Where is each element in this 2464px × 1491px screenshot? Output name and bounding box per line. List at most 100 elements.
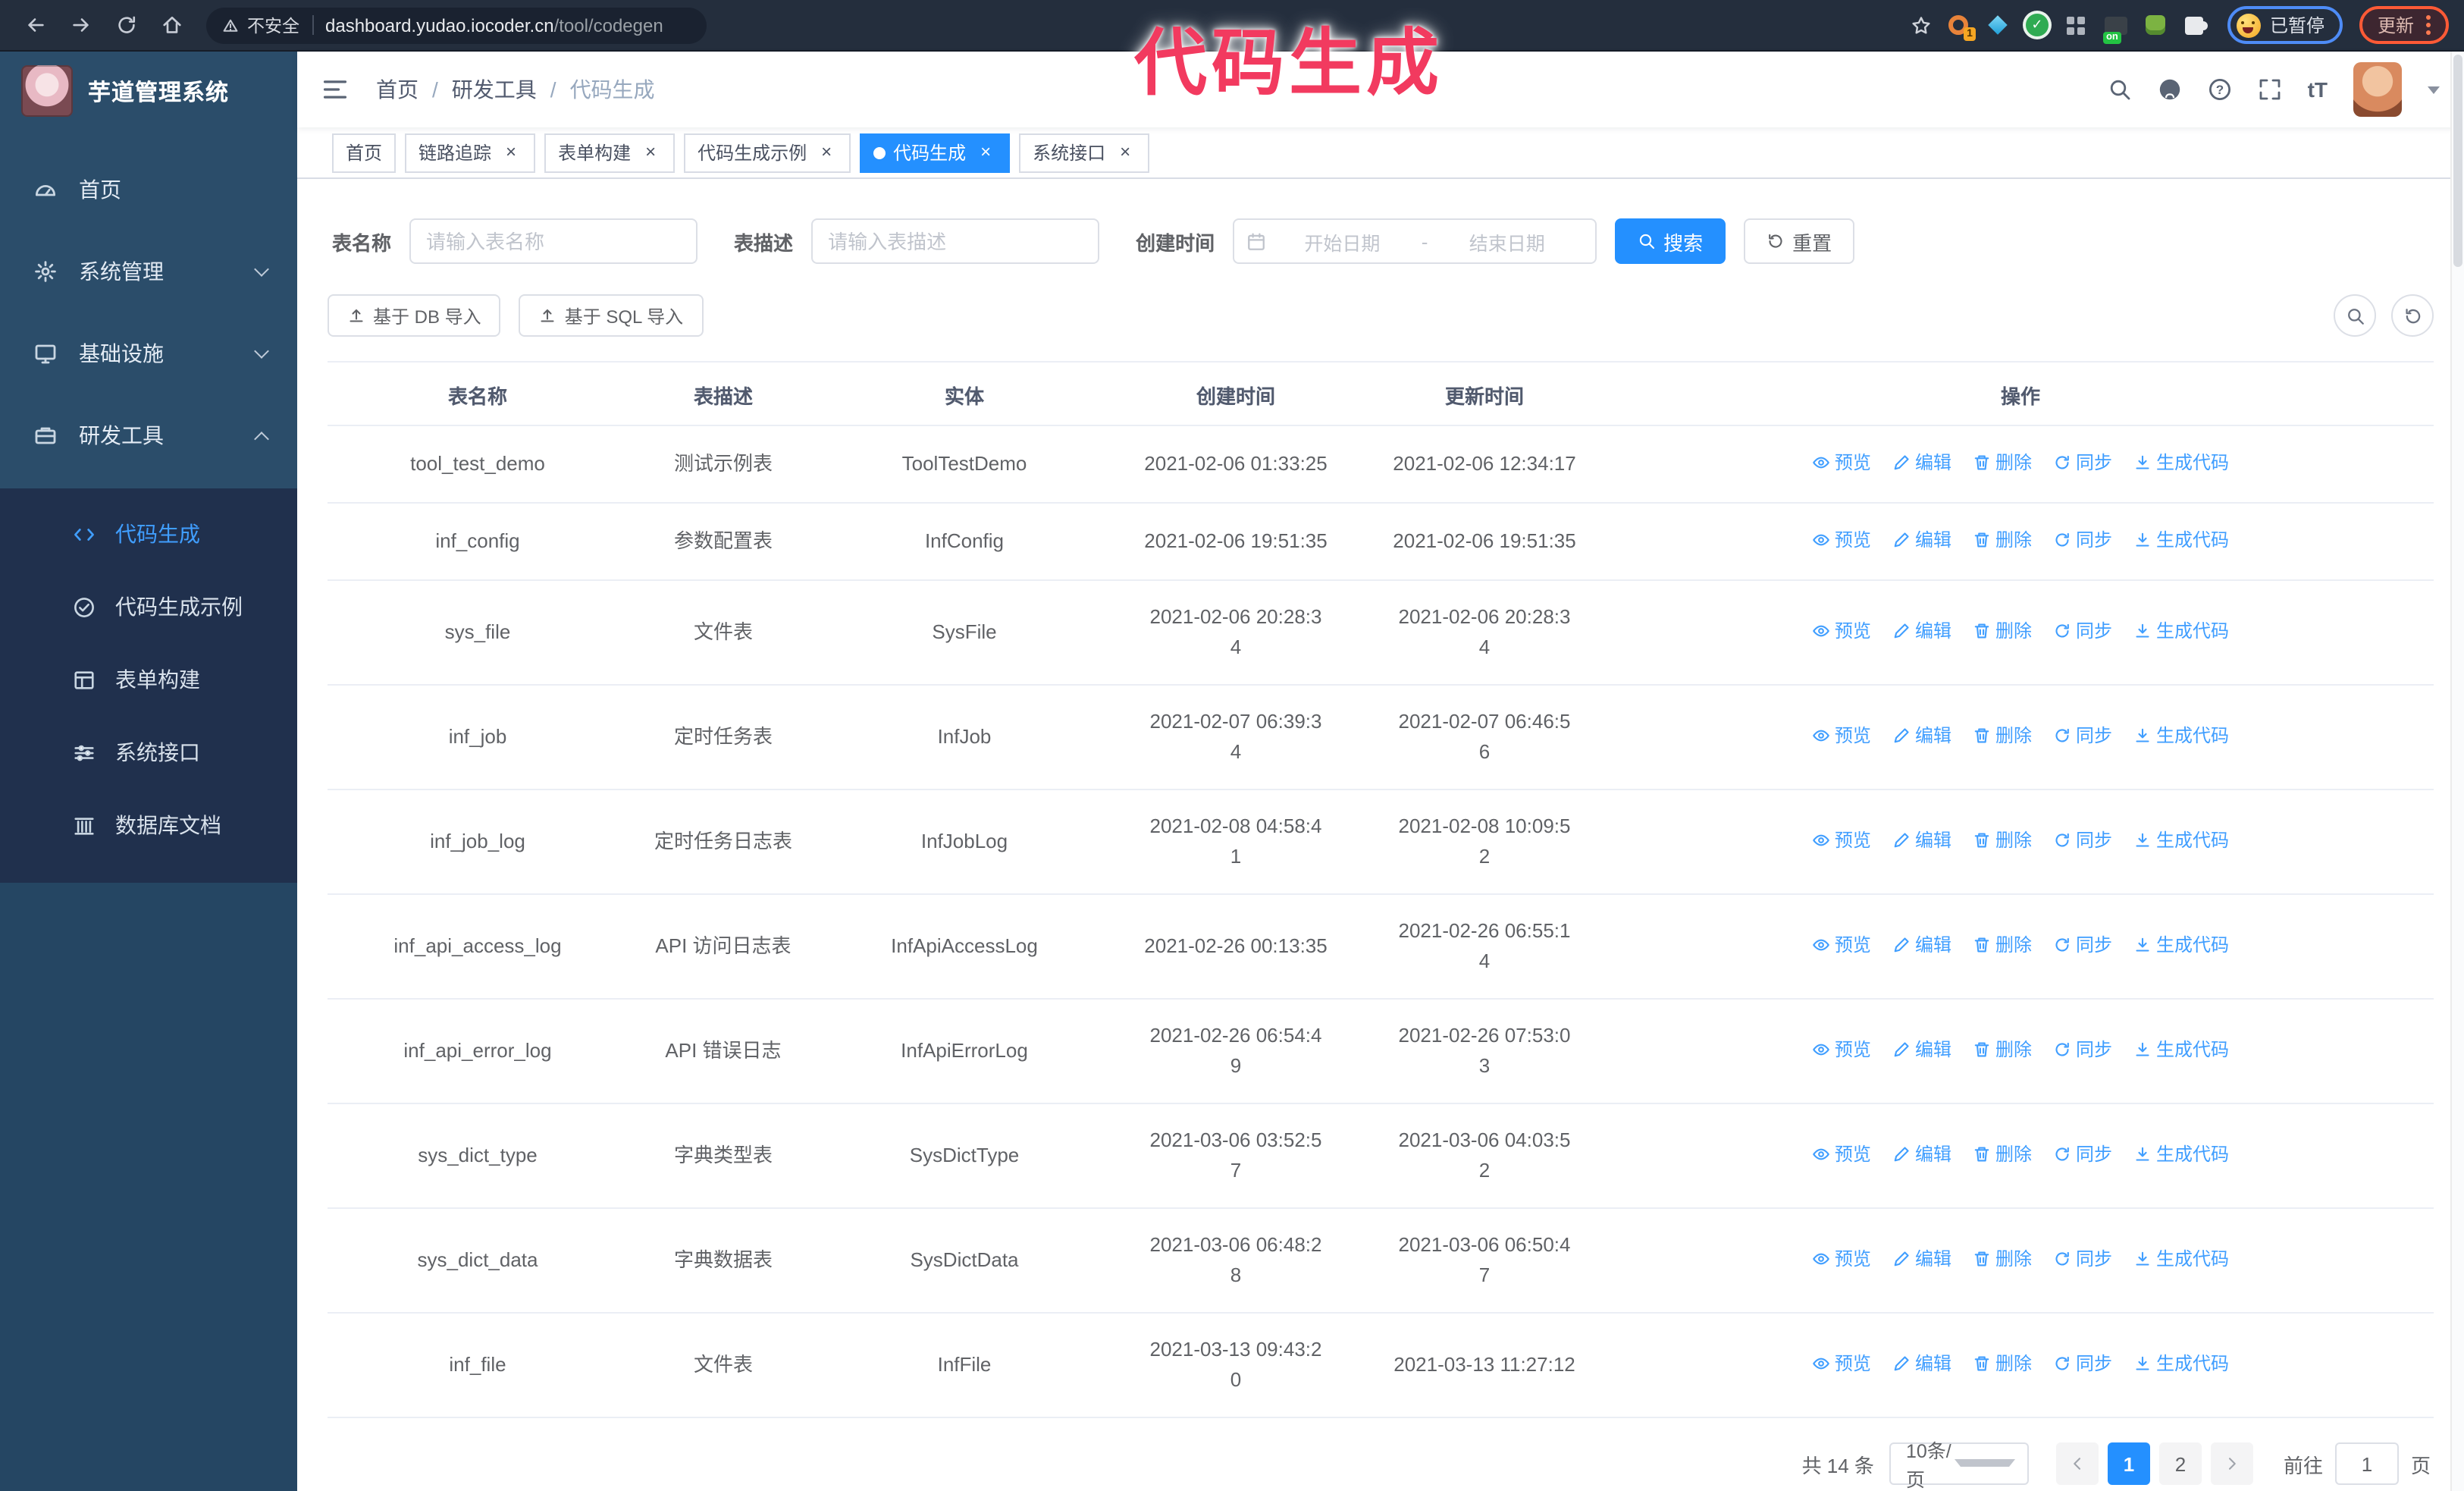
sidebar-item-home[interactable]: 首页 (0, 149, 297, 231)
action-preview[interactable]: 预览 (1812, 1244, 1871, 1274)
action-delete[interactable]: 删除 (1973, 525, 2032, 555)
close-icon[interactable]: × (1114, 141, 1136, 163)
action-edit[interactable]: 编辑 (1892, 1244, 1951, 1274)
action-preview[interactable]: 预览 (1812, 1348, 1871, 1379)
tab-api[interactable]: 系统接口 × (1019, 133, 1150, 172)
extension-grid-icon[interactable] (2064, 12, 2089, 38)
action-preview[interactable]: 预览 (1812, 825, 1871, 855)
action-delete[interactable]: 删除 (1973, 1034, 2032, 1065)
help-icon[interactable]: ? (2208, 77, 2232, 102)
action-edit[interactable]: 编辑 (1892, 1139, 1951, 1169)
action-delete[interactable]: 删除 (1973, 1244, 2032, 1274)
address-bar[interactable]: 不安全 dashboard.yudao.iocoder.cn /tool/cod… (206, 7, 707, 43)
paused-badge[interactable]: 已暂停 (2227, 6, 2343, 44)
github-icon[interactable] (2158, 77, 2182, 102)
extension-robot-icon[interactable] (2143, 12, 2168, 38)
action-sync[interactable]: 同步 (2053, 720, 2112, 751)
action-edit[interactable]: 编辑 (1892, 616, 1951, 646)
home-icon[interactable] (152, 5, 191, 45)
font-size-icon[interactable]: tT (2308, 77, 2328, 102)
action-sync[interactable]: 同步 (2053, 525, 2112, 555)
collapse-sidebar-icon[interactable] (321, 76, 349, 103)
tab-form-builder[interactable]: 表单构建 × (544, 133, 676, 172)
action-preview[interactable]: 预览 (1812, 525, 1871, 555)
update-button[interactable]: 更新 (2359, 6, 2449, 44)
action-generate-code[interactable]: 生成代码 (2133, 720, 2229, 751)
action-preview[interactable]: 预览 (1812, 720, 1871, 751)
tab-home[interactable]: 首页 (332, 133, 397, 172)
close-icon[interactable]: × (500, 141, 522, 163)
scrollbar-thumb[interactable] (2453, 55, 2462, 267)
page-size-select[interactable]: 10条/页 (1889, 1441, 2029, 1491)
action-generate-code[interactable]: 生成代码 (2133, 1348, 2229, 1379)
extension-orange-icon[interactable]: 1 (1945, 12, 1976, 41)
action-delete[interactable]: 删除 (1973, 720, 2032, 751)
page-2-button[interactable]: 2 (2158, 1442, 2202, 1485)
action-sync[interactable]: 同步 (2053, 447, 2112, 478)
action-edit[interactable]: 编辑 (1892, 525, 1951, 555)
end-date-placeholder[interactable]: 结束日期 (1431, 227, 1583, 256)
action-sync[interactable]: 同步 (2053, 1244, 2112, 1274)
action-preview[interactable]: 预览 (1812, 930, 1871, 960)
sidebar-item-system[interactable]: 系统管理 (0, 231, 297, 312)
extension-dark-on-icon[interactable]: on (2102, 12, 2129, 44)
chevron-down-icon[interactable] (2428, 86, 2440, 99)
prev-page-button[interactable] (2055, 1442, 2099, 1485)
forward-icon[interactable] (61, 5, 100, 45)
back-icon[interactable] (15, 5, 55, 45)
action-generate-code[interactable]: 生成代码 (2133, 1244, 2229, 1274)
action-delete[interactable]: 删除 (1973, 447, 2032, 478)
action-generate-code[interactable]: 生成代码 (2133, 825, 2229, 855)
search-button[interactable]: 搜索 (1615, 218, 1726, 264)
close-icon[interactable]: × (816, 141, 837, 163)
action-edit[interactable]: 编辑 (1892, 720, 1951, 751)
action-delete[interactable]: 删除 (1973, 616, 2032, 646)
action-sync[interactable]: 同步 (2053, 616, 2112, 646)
tab-codegen-example[interactable]: 代码生成示例 × (684, 133, 851, 172)
action-edit[interactable]: 编辑 (1892, 930, 1951, 960)
avatar[interactable] (2353, 62, 2402, 117)
action-generate-code[interactable]: 生成代码 (2133, 1034, 2229, 1065)
next-page-button[interactable] (2210, 1442, 2253, 1485)
action-sync[interactable]: 同步 (2053, 1139, 2112, 1169)
goto-page-input[interactable] (2334, 1442, 2399, 1485)
start-date-placeholder[interactable]: 开始日期 (1266, 227, 1419, 256)
extension-check-icon[interactable]: ✓ (2024, 12, 2050, 38)
table-desc-input[interactable] (811, 218, 1100, 264)
search-icon[interactable] (2108, 77, 2132, 102)
sidebar-subitem-codegen[interactable]: 代码生成 (0, 498, 297, 570)
tab-codegen[interactable]: 代码生成 × (860, 133, 1011, 172)
action-generate-code[interactable]: 生成代码 (2133, 447, 2229, 478)
action-preview[interactable]: 预览 (1812, 616, 1871, 646)
action-delete[interactable]: 删除 (1973, 1139, 2032, 1169)
sidebar-item-infra[interactable]: 基础设施 (0, 312, 297, 394)
reload-icon[interactable] (106, 5, 146, 45)
action-generate-code[interactable]: 生成代码 (2133, 1139, 2229, 1169)
reset-button[interactable]: 重置 (1744, 218, 1855, 264)
action-preview[interactable]: 预览 (1812, 1139, 1871, 1169)
sidebar-item-devtools[interactable]: 研发工具 (0, 394, 297, 476)
action-delete[interactable]: 删除 (1973, 930, 2032, 960)
action-sync[interactable]: 同步 (2053, 1034, 2112, 1065)
fullscreen-icon[interactable] (2258, 77, 2282, 102)
sidebar-subitem-form-builder[interactable]: 表单构建 (0, 643, 297, 716)
bookmark-star-icon[interactable] (1911, 14, 1932, 36)
import-db-button[interactable]: 基于 DB 导入 (328, 294, 501, 337)
action-delete[interactable]: 删除 (1973, 1348, 2032, 1379)
table-name-input[interactable] (409, 218, 698, 264)
action-sync[interactable]: 同步 (2053, 825, 2112, 855)
refresh-table-button[interactable] (2391, 294, 2434, 337)
date-range-picker[interactable]: 开始日期 - 结束日期 (1233, 218, 1597, 264)
breadcrumb-devtools[interactable]: 研发工具 (452, 74, 537, 105)
close-icon[interactable]: × (640, 141, 661, 163)
app-logo-row[interactable]: 芋道管理系统 (0, 52, 297, 130)
page-1-button[interactable]: 1 (2107, 1442, 2150, 1485)
sidebar-subitem-api[interactable]: 系统接口 (0, 716, 297, 789)
extension-gem-icon[interactable] (1985, 12, 2011, 38)
action-preview[interactable]: 预览 (1812, 447, 1871, 478)
tab-trace[interactable]: 链路追踪 × (405, 133, 536, 172)
action-sync[interactable]: 同步 (2053, 1348, 2112, 1379)
action-sync[interactable]: 同步 (2053, 930, 2112, 960)
action-edit[interactable]: 编辑 (1892, 1348, 1951, 1379)
breadcrumb-home[interactable]: 首页 (376, 74, 419, 105)
